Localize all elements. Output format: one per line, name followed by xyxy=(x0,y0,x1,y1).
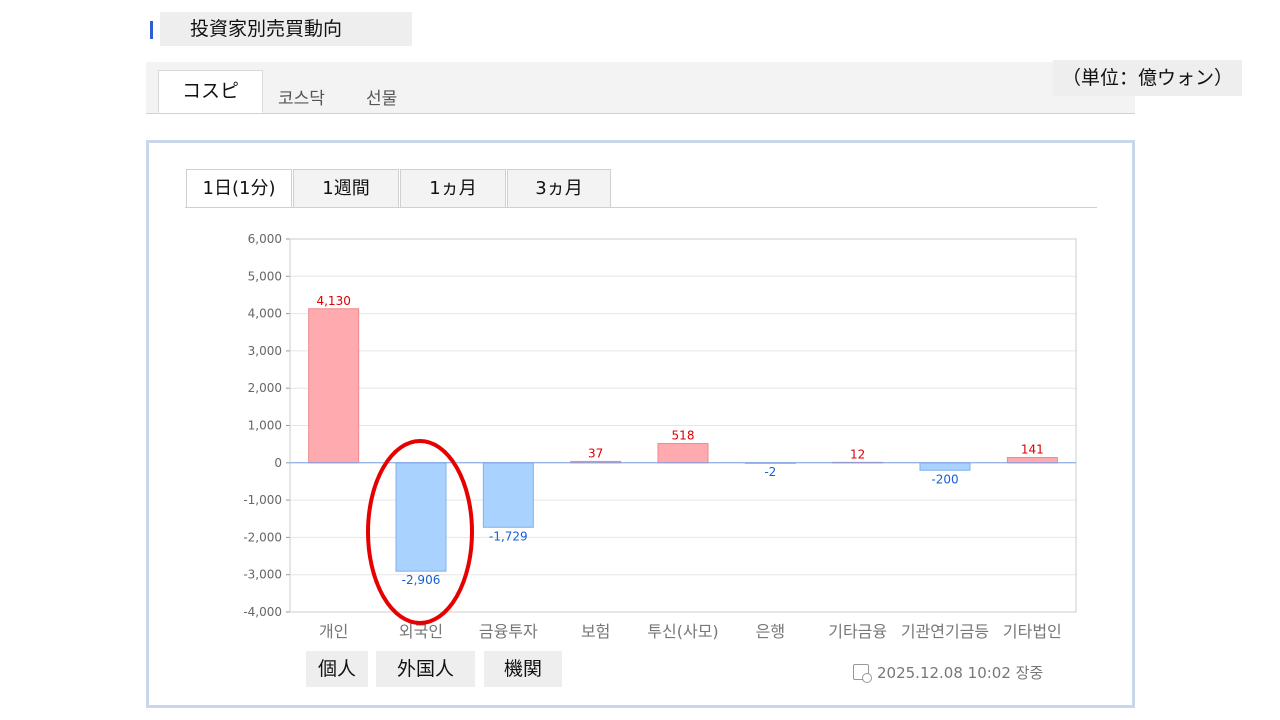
bar xyxy=(395,462,447,572)
timestamp: 2025.12.08 10:02 장중 xyxy=(853,662,1043,683)
data-label: 12 xyxy=(850,447,865,461)
bar xyxy=(308,308,360,464)
tab-kospi[interactable]: コスピ xyxy=(158,70,263,113)
market-tab-bar: コスピ 코스닥 선물 xyxy=(146,62,1135,114)
title-accent-bar xyxy=(150,21,153,39)
x-tick-label: 기타금융 xyxy=(828,622,887,641)
y-tick-label: -4,000 xyxy=(243,605,282,619)
y-tick-label: 3,000 xyxy=(248,344,282,358)
unit-note: （単位：億ウォン） xyxy=(1053,60,1242,96)
x-tick-label: 금융투자 xyxy=(479,622,538,641)
bar xyxy=(919,462,971,471)
label-individual: 個人 xyxy=(306,651,368,687)
y-tick-label: 6,000 xyxy=(248,232,282,246)
y-tick-label: -2,000 xyxy=(243,530,282,544)
data-label: 37 xyxy=(588,446,603,460)
label-foreigner: 外国人 xyxy=(376,651,475,687)
data-label: 141 xyxy=(1021,443,1044,457)
x-tick-label: 개인 xyxy=(319,622,348,641)
investor-bar-chart: 6,000 5,000 4,000 3,000 2,000 1,000 0 -1,000 -2,… xyxy=(243,232,1077,641)
clock-icon xyxy=(853,664,872,683)
bar xyxy=(1006,457,1058,464)
y-tick-label: 4,000 xyxy=(248,307,282,321)
data-label: -2 xyxy=(764,465,776,479)
tab-futures[interactable]: 선물 xyxy=(366,84,397,109)
bar xyxy=(657,442,709,464)
x-tick-label: 기관연기금등 xyxy=(901,622,989,641)
bar xyxy=(482,462,534,528)
data-label: -200 xyxy=(931,472,958,486)
timestamp-text: 2025.12.08 10:02 장중 xyxy=(877,664,1044,682)
tab-kosdaq[interactable]: 코스닥 xyxy=(278,84,325,109)
data-label: 518 xyxy=(672,428,695,442)
y-tick-label: 0 xyxy=(274,456,282,470)
x-tick-label: 은행 xyxy=(756,622,785,641)
page-title: 投資家別売買動向 xyxy=(160,12,412,46)
x-tick-label: 기타법인 xyxy=(1003,622,1062,641)
data-label: -1,729 xyxy=(489,529,528,543)
y-tick-label: -1,000 xyxy=(243,493,282,507)
data-label: 4,130 xyxy=(316,294,350,308)
y-tick-label: -3,000 xyxy=(243,568,282,582)
y-tick-label: 2,000 xyxy=(248,381,282,395)
x-tick-label: 투신(사모) xyxy=(647,622,718,641)
chart-panel: 1日(1分) 1週間 1ヵ月 3ヵ月 6,000 5,000 4,000 3,000 2… xyxy=(146,140,1135,708)
x-tick-label: 보험 xyxy=(581,622,610,641)
y-tick-label: 1,000 xyxy=(248,419,282,433)
label-institution: 機関 xyxy=(484,651,562,687)
data-label: -2,906 xyxy=(402,573,441,587)
y-tick-label: 5,000 xyxy=(248,269,282,283)
